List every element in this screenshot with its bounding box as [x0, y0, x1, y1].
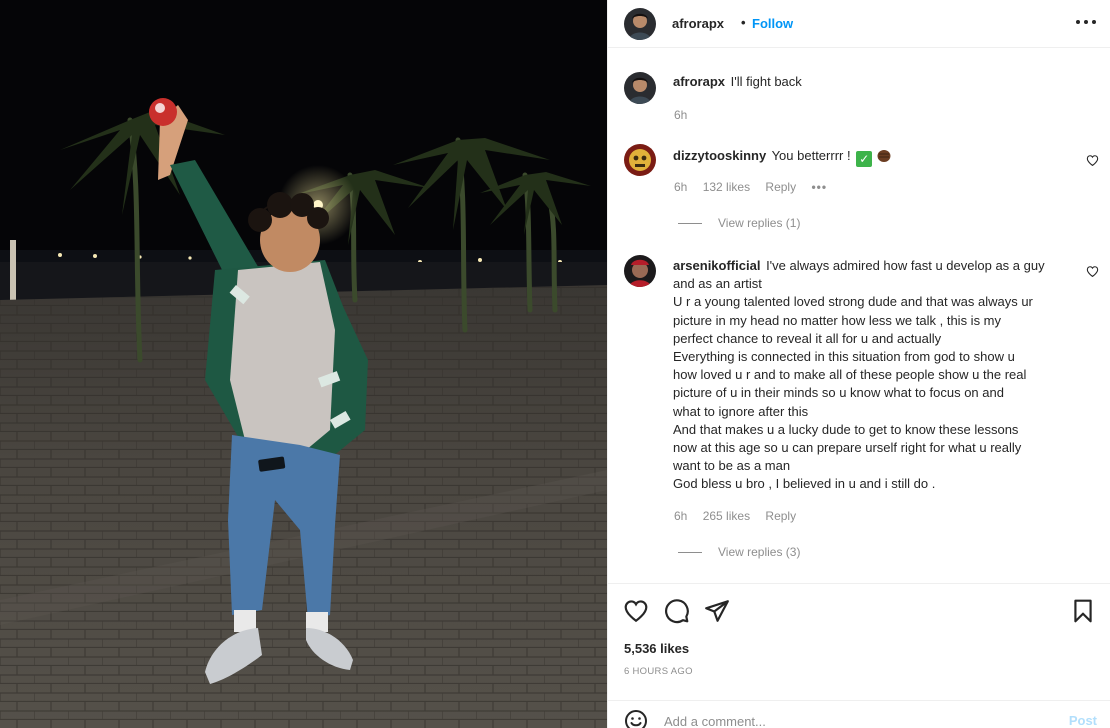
comment-meta: 6h 265 likes Reply [674, 509, 808, 523]
share-icon[interactable] [704, 598, 730, 624]
replies-divider-line [678, 552, 702, 554]
post-header: afrorapx • Follow [608, 0, 1110, 48]
comment-likes[interactable]: 265 likes [703, 509, 750, 523]
comment-like-heart-icon[interactable] [1086, 265, 1099, 278]
caption-meta: 6h [674, 108, 699, 122]
comment-line: and as an artist [673, 276, 762, 292]
comment-meta: 6h 132 likes Reply ••• [674, 180, 839, 194]
view-replies-label: View replies (1) [718, 216, 801, 230]
post-side-panel: afrorapx • Follow afrorapx I'll fight ba… [607, 0, 1110, 728]
comment-input[interactable] [664, 711, 1044, 728]
caption-body: I'll fight back [730, 74, 802, 89]
reply-button[interactable]: Reply [765, 509, 796, 523]
reply-button[interactable]: Reply [765, 180, 796, 194]
comment-line: I've always admired how fast u develop a… [766, 258, 1045, 273]
header-separator: • [741, 15, 746, 30]
post-photo[interactable] [0, 0, 607, 728]
post-timestamp[interactable]: 6 HOURS AGO [624, 666, 693, 677]
comment-icon[interactable] [664, 598, 690, 624]
heart-icon[interactable] [623, 598, 649, 624]
caption-username[interactable]: afrorapx [673, 74, 725, 89]
view-replies-label: View replies (3) [718, 545, 801, 559]
commenter-avatar[interactable] [624, 255, 656, 287]
comment-text: dizzytooskinny You betterrrr ! ✓ [673, 147, 1068, 167]
comment-line: And that makes u a lucky dude to get to … [673, 421, 1019, 437]
comment-line: now at this age so u can prepare urself … [673, 440, 1022, 456]
add-comment-bar: Post [608, 700, 1110, 728]
comment-line: what to ignore after this [673, 403, 809, 419]
comment-time[interactable]: 6h [674, 180, 687, 194]
comment-line: want to be as a man [673, 458, 791, 474]
comment-line: Everything is connected in this situatio… [673, 349, 1015, 365]
follow-button[interactable]: Follow [752, 16, 793, 31]
commenter-avatar[interactable] [624, 144, 656, 176]
view-replies-button[interactable]: View replies (3) [678, 545, 800, 559]
instagram-post-modal: afrorapx • Follow afrorapx I'll fight ba… [0, 0, 1110, 728]
post-comment-button[interactable]: Post [1069, 713, 1097, 728]
comment-text: arsenikofficial I've always admired how … [673, 257, 1068, 494]
comment-likes[interactable]: 132 likes [703, 180, 750, 194]
comment-like-heart-icon[interactable] [1086, 154, 1099, 167]
comment-line: picture of u in their minds so u know wh… [673, 385, 1004, 401]
likes-count[interactable]: 5,536 likes [624, 641, 689, 656]
comment-line: U r a young talented loved strong dude a… [673, 294, 1033, 310]
comment-line: how loved u r and to make all of these p… [673, 367, 1027, 383]
comment-line: picture in my head no matter how less we… [673, 312, 1002, 328]
comment-line: God bless u bro , I believed in u and i … [673, 476, 936, 492]
comment-username[interactable]: arsenikofficial [673, 258, 760, 273]
post-photo-illustration [0, 0, 607, 728]
caption-avatar[interactable] [624, 72, 656, 104]
view-replies-button[interactable]: View replies (1) [678, 216, 800, 230]
fist-emoji [877, 150, 891, 162]
comment-options-button[interactable]: ••• [811, 180, 827, 194]
comment-line: perfect chance to reveal it all for u an… [673, 330, 942, 346]
replies-divider-line [678, 223, 702, 225]
post-actions: 5,536 likes 6 HOURS AGO [608, 583, 1110, 677]
caption-time[interactable]: 6h [674, 108, 687, 122]
comment-body: You betterrrr ! [771, 148, 851, 163]
bookmark-icon[interactable] [1070, 598, 1096, 624]
emoji-smiley-icon[interactable] [624, 709, 648, 728]
comment-username[interactable]: dizzytooskinny [673, 148, 766, 163]
author-username[interactable]: afrorapx [672, 16, 724, 31]
check-mark-emoji: ✓ [856, 151, 873, 167]
author-avatar[interactable] [624, 8, 656, 40]
comment-time[interactable]: 6h [674, 509, 687, 523]
comments-list[interactable]: afrorapx I'll fight back 6h dizzytooskin… [608, 48, 1110, 583]
caption-text: afrorapx I'll fight back [673, 73, 1068, 91]
more-horizontal-icon[interactable] [1075, 15, 1097, 29]
